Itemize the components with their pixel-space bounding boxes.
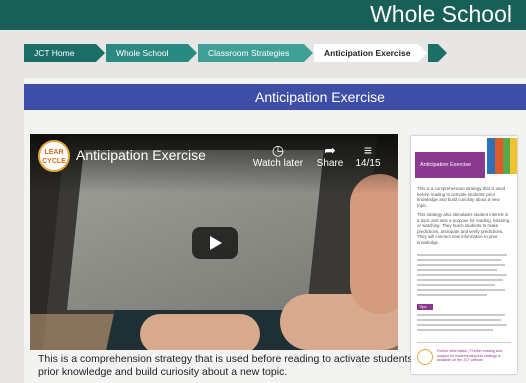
document-text-line [417, 269, 497, 271]
binder-illustration [487, 138, 495, 174]
breadcrumb-current-page: Anticipation Exercise [314, 44, 427, 62]
panel-title: Anticipation Exercise [255, 89, 385, 105]
document-text-line [417, 279, 503, 281]
document-text-line [417, 294, 487, 296]
clock-icon: ◷ [271, 142, 285, 158]
document-footer-logo [417, 349, 433, 365]
video-title[interactable]: Anticipation Exercise [76, 147, 206, 163]
share-arrow-icon: ➦ [324, 142, 336, 158]
channel-logo[interactable]: LEAR CYCLE [38, 140, 70, 172]
document-text-line [417, 254, 507, 256]
document-text-line [417, 329, 493, 331]
document-paragraph: This strategy also stimulates student in… [417, 212, 510, 245]
video-frame-hand [350, 174, 398, 314]
playlist-icon: ≡ [363, 142, 373, 158]
video-description: This is a comprehension strategy that is… [38, 353, 415, 378]
share-button[interactable]: ➦ Share [310, 142, 350, 169]
document-footer-text: Further information / Further reading an… [437, 349, 502, 363]
document-preview[interactable]: Anticipation Exercise This is a comprehe… [411, 136, 517, 374]
document-text-line [417, 274, 507, 276]
document-tips-label: Tips [417, 304, 433, 310]
document-text-line [417, 319, 501, 321]
site-header: Whole School [0, 0, 526, 30]
playlist-button[interactable]: ≡ 14/15 [348, 142, 388, 169]
document-text-line [417, 324, 507, 326]
document-text-line [417, 259, 501, 261]
watch-later-label: Watch later [252, 158, 304, 169]
play-icon[interactable] [192, 227, 238, 259]
document-text-line [417, 314, 505, 316]
document-text-line [417, 264, 505, 266]
breadcrumb: JCT Home Whole School Classroom Strategi… [24, 44, 447, 62]
share-label: Share [316, 158, 344, 169]
panel-title-bar: Anticipation Exercise [24, 84, 526, 110]
breadcrumb-end-arrow [428, 44, 447, 62]
site-section-title: Whole School [370, 1, 512, 27]
document-text-line [417, 284, 495, 286]
document-heading: Anticipation Exercise [415, 152, 485, 178]
document-footer: Further information / Further reading an… [417, 342, 511, 370]
video-frame-hand [140, 314, 260, 350]
binder-illustration [510, 138, 517, 174]
watch-later-button[interactable]: ◷ Watch later [248, 142, 308, 169]
breadcrumb-classroom-strategies[interactable]: Classroom Strategies [198, 44, 313, 62]
playlist-position: 14/15 [355, 158, 381, 169]
document-paragraph: This is a comprehension strategy that is… [417, 186, 506, 208]
breadcrumb-whole-school[interactable]: Whole School [106, 44, 197, 62]
breadcrumb-jct-home[interactable]: JCT Home [24, 44, 105, 62]
video-player[interactable]: LEAR CYCLE Anticipation Exercise ◷ Watch… [30, 134, 398, 350]
binder-illustration [495, 138, 503, 174]
document-text-line [417, 289, 505, 291]
